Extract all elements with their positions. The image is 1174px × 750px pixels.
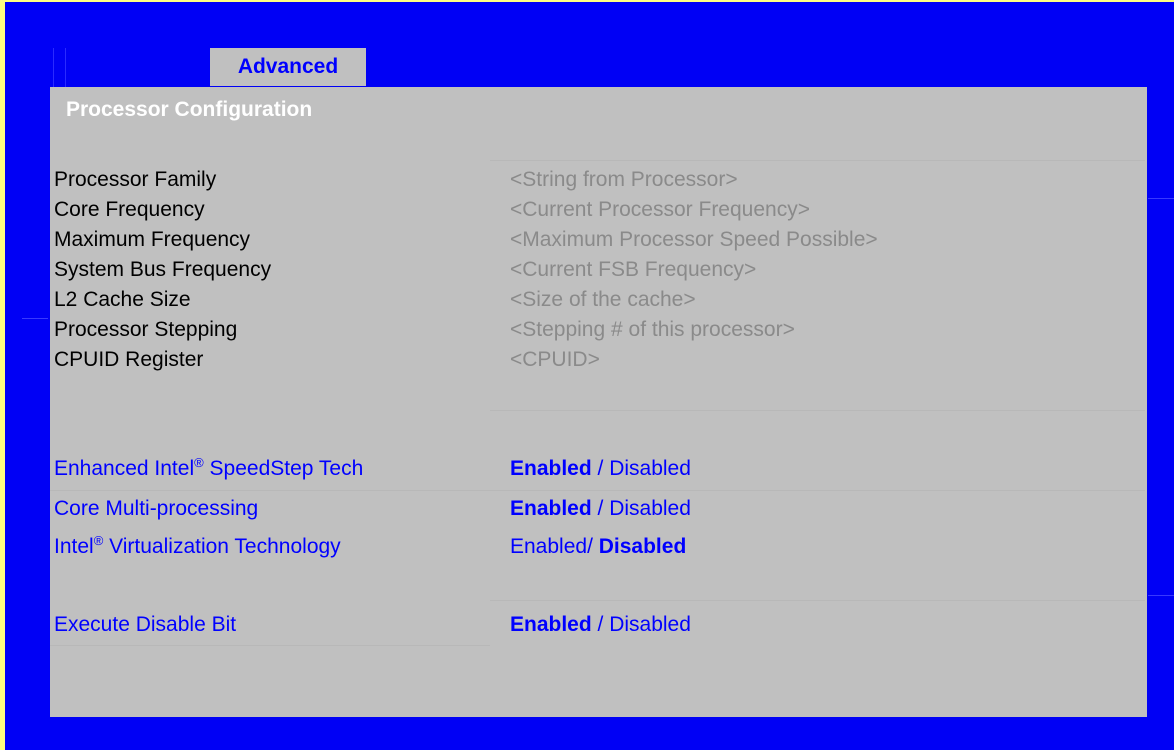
info-label: Core Frequency xyxy=(54,198,205,221)
info-label: CPUID Register xyxy=(54,348,204,371)
grid-divider xyxy=(50,490,490,491)
grid-divider xyxy=(490,490,1145,491)
enabled-choice[interactable]: Enabled xyxy=(510,457,592,480)
disabled-choice[interactable]: Disabled xyxy=(599,535,687,558)
option-label: Enhanced Intel® SpeedStep Tech xyxy=(54,455,364,480)
info-row-cpuid-register: CPUID Register <CPUID> xyxy=(0,348,1174,378)
info-row-processor-family: Processor Family <String from Processor> xyxy=(0,168,1174,198)
info-label: System Bus Frequency xyxy=(54,258,272,281)
option-label: Core Multi-processing xyxy=(54,497,259,520)
info-label: L2 Cache Size xyxy=(54,288,191,311)
info-value: <Current Processor Frequency> xyxy=(510,198,810,221)
option-label: Intel® Virtualization Technology xyxy=(54,533,341,558)
page-title: Processor Configuration xyxy=(66,98,313,121)
info-row-l2-cache-size: L2 Cache Size <Size of the cache> xyxy=(0,288,1174,318)
info-label: Processor Stepping xyxy=(54,318,238,341)
enabled-choice[interactable]: Enabled xyxy=(510,613,592,636)
info-value: <Size of the cache> xyxy=(510,288,696,311)
option-label: Execute Disable Bit xyxy=(54,613,237,636)
option-execute-disable-bit[interactable]: Execute Disable Bit Enabled / Disabled xyxy=(0,613,1174,643)
disabled-choice[interactable]: Disabled xyxy=(609,613,691,636)
info-row-processor-stepping: Processor Stepping <Stepping # of this p… xyxy=(0,318,1174,348)
option-virtualization[interactable]: Intel® Virtualization Technology Enabled… xyxy=(0,533,1174,565)
info-row-maximum-frequency: Maximum Frequency <Maximum Processor Spe… xyxy=(0,228,1174,258)
option-value[interactable]: Enabled / Disabled xyxy=(510,457,691,481)
option-value[interactable]: Enabled / Disabled xyxy=(510,613,691,637)
frame-tick xyxy=(1148,595,1174,596)
info-value: <CPUID> xyxy=(510,348,600,371)
grid-divider xyxy=(50,645,490,646)
info-row-core-frequency: Core Frequency <Current Processor Freque… xyxy=(0,198,1174,228)
grid-divider xyxy=(490,160,1145,161)
menu-divider xyxy=(65,48,66,88)
info-label: Maximum Frequency xyxy=(54,228,251,251)
menu-divider xyxy=(53,48,54,88)
option-core-multiprocessing[interactable]: Core Multi-processing Enabled / Disabled xyxy=(0,497,1174,527)
tab-advanced[interactable]: Advanced xyxy=(210,48,366,86)
info-value: <Current FSB Frequency> xyxy=(510,258,757,281)
disabled-choice[interactable]: Disabled xyxy=(609,457,691,480)
disabled-choice[interactable]: Disabled xyxy=(609,497,691,520)
enabled-choice[interactable]: Enabled xyxy=(510,497,592,520)
info-value: <String from Processor> xyxy=(510,168,738,191)
enabled-choice[interactable]: Enabled/ xyxy=(510,535,593,558)
option-value[interactable]: Enabled / Disabled xyxy=(510,497,691,521)
grid-divider xyxy=(490,600,1145,601)
option-speedstep[interactable]: Enhanced Intel® SpeedStep Tech Enabled /… xyxy=(0,455,1174,487)
option-value[interactable]: Enabled/ Disabled xyxy=(510,535,686,559)
info-value: <Stepping # of this processor> xyxy=(510,318,795,341)
info-value: <Maximum Processor Speed Possible> xyxy=(510,228,878,251)
grid-divider xyxy=(490,410,1145,411)
info-row-system-bus-frequency: System Bus Frequency <Current FSB Freque… xyxy=(0,258,1174,288)
info-label: Processor Family xyxy=(54,168,217,191)
